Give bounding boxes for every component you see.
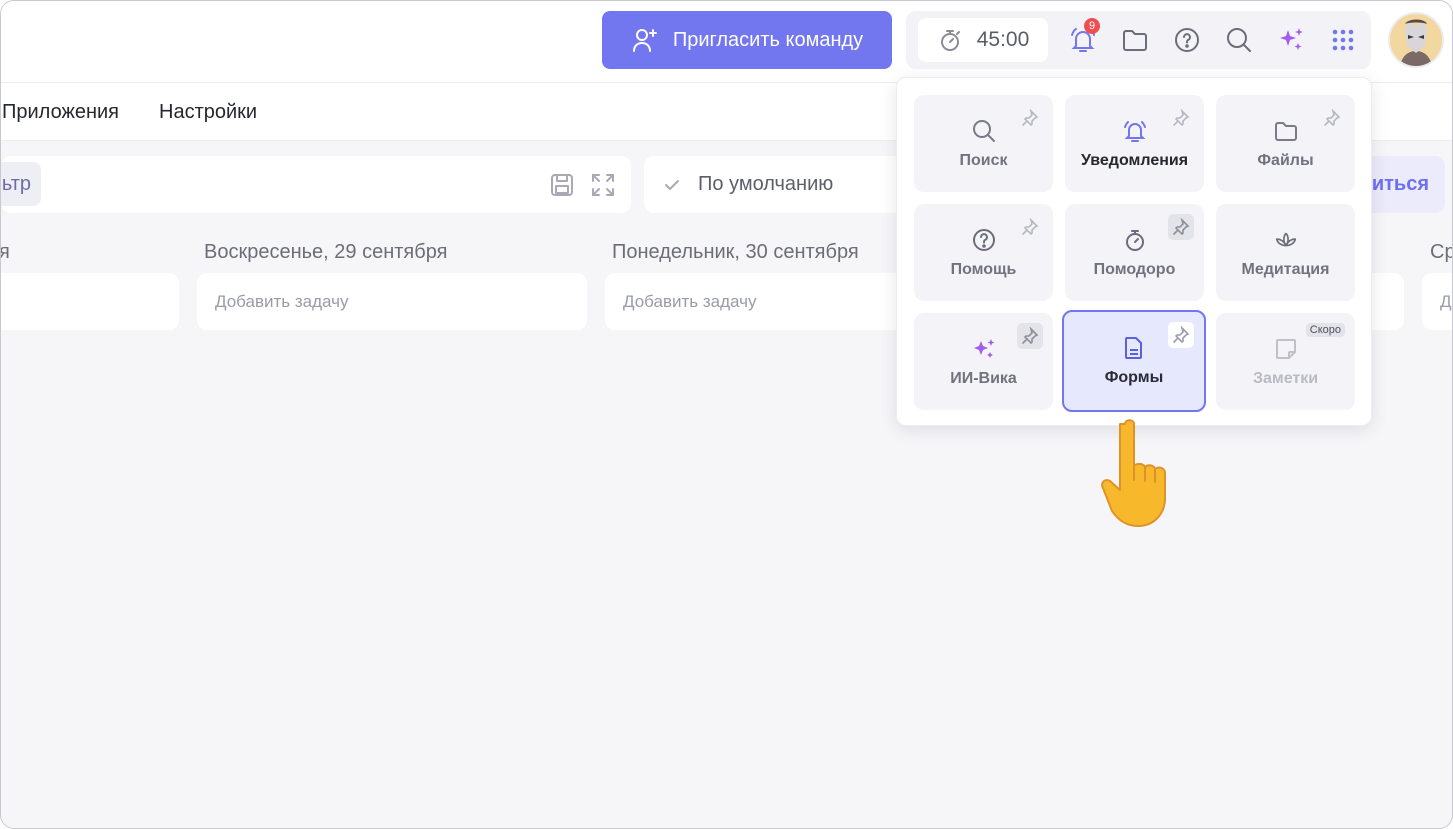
sort-label: По умолчанию: [698, 173, 834, 195]
tools-bar: 45:00 9: [906, 11, 1371, 69]
top-bar: Пригласить команду 45:00 9: [1, 1, 1452, 83]
help-icon: [1175, 28, 1199, 52]
stopwatch-icon: [1122, 227, 1148, 253]
folder-icon: [1273, 118, 1299, 144]
app-tile-label: Помодоро: [1093, 260, 1176, 278]
timer-value: 45:00: [976, 28, 1030, 51]
pin-icon[interactable]: [1017, 105, 1043, 131]
app-tile-files[interactable]: Файлы: [1216, 95, 1355, 192]
search-icon: [971, 118, 997, 144]
search-button[interactable]: [1222, 23, 1256, 57]
add-task-field[interactable]: [1, 273, 179, 330]
app-tile-label: ИИ-Вика: [950, 369, 1017, 387]
search-icon: [1227, 28, 1251, 52]
notifications-badge: 9: [1084, 18, 1100, 34]
help-button[interactable]: [1170, 23, 1204, 57]
pointing-hand-icon: [1101, 419, 1166, 527]
app-tile-forms[interactable]: Формы: [1062, 310, 1206, 412]
app-tile-label: Формы: [1104, 369, 1164, 386]
app-tile-notifications[interactable]: Уведомления: [1065, 95, 1204, 192]
app-tile-label: Медитация: [1241, 260, 1330, 278]
add-task-field[interactable]: Д: [1422, 273, 1452, 330]
app-tile-label: Файлы: [1257, 151, 1314, 169]
coming-soon-badge: Скоро: [1305, 323, 1345, 337]
stopwatch-icon: [940, 30, 960, 51]
pomodoro-timer[interactable]: 45:00: [918, 18, 1048, 62]
app-tile-pomodoro[interactable]: Помодоро: [1065, 204, 1204, 301]
pin-icon[interactable]: [1168, 322, 1194, 348]
pin-icon[interactable]: [1017, 323, 1043, 349]
expand-icon[interactable]: [590, 172, 616, 198]
pin-icon[interactable]: [1319, 105, 1345, 131]
add-task-field[interactable]: Добавить задачу: [197, 273, 587, 330]
filter-bar: ьтр: [1, 156, 631, 213]
user-avatar[interactable]: [1388, 12, 1444, 68]
app-tile-label: Уведомления: [1080, 151, 1189, 169]
sparkles-icon: [971, 336, 997, 362]
nav-item-settings[interactable]: Настройки: [159, 101, 257, 124]
app-tile-label: Заметки: [1252, 369, 1319, 387]
apps-grid-button[interactable]: [1326, 23, 1360, 57]
add-user-icon: [632, 29, 657, 52]
sparkles-icon: [1280, 28, 1303, 50]
app-tile-notes: Скоро Заметки: [1216, 313, 1355, 410]
invite-team-label: Пригласить команду: [672, 28, 864, 51]
pin-icon[interactable]: [1168, 214, 1194, 240]
app-tile-label: Поиск: [959, 151, 1008, 169]
lotus-icon: [1273, 227, 1299, 253]
folder-icon: [1123, 30, 1147, 51]
day-title: Воскресенье, 29 сентября: [204, 241, 448, 263]
app-tile-meditation[interactable]: Медитация: [1216, 204, 1355, 301]
app-tile-ai-vika[interactable]: ИИ-Вика: [914, 313, 1053, 410]
day-title: я: [0, 241, 10, 263]
filter-chip[interactable]: ьтр: [1, 162, 41, 206]
ai-assistant-button[interactable]: [1274, 23, 1308, 57]
bell-icon: [1122, 118, 1148, 144]
apps-panel: Поиск Уведомления Файлы Помощь Помодоро …: [896, 77, 1372, 426]
day-title: Ср: [1430, 241, 1452, 263]
notifications-button[interactable]: 9: [1066, 18, 1100, 57]
help-icon: [971, 227, 997, 253]
sort-selector[interactable]: По умолчанию: [644, 156, 924, 213]
files-button[interactable]: [1118, 23, 1152, 57]
pin-icon[interactable]: [1017, 214, 1043, 240]
nav-item-apps[interactable]: Приложения: [2, 101, 119, 124]
app-tile-help[interactable]: Помощь: [914, 204, 1053, 301]
avatar-image: [1390, 14, 1442, 66]
grid-icon: [1332, 29, 1354, 51]
day-title: Понедельник, 30 сентября: [612, 241, 859, 263]
app-tile-search[interactable]: Поиск: [914, 95, 1053, 192]
form-icon: [1121, 335, 1147, 361]
invite-team-button[interactable]: Пригласить команду: [602, 11, 892, 69]
check-icon: [665, 179, 679, 190]
save-icon[interactable]: [549, 172, 575, 198]
app-window: Пригласить команду 45:00 9 Приложения На…: [0, 0, 1453, 829]
note-icon: [1273, 336, 1299, 362]
pin-icon[interactable]: [1168, 105, 1194, 131]
app-tile-label: Помощь: [950, 260, 1017, 278]
